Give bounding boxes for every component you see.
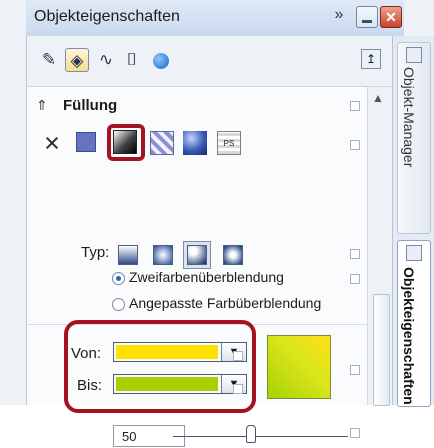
type-label: Typ: (81, 244, 110, 261)
scroll-thumb[interactable] (373, 294, 390, 406)
no-fill-icon[interactable]: × (39, 130, 65, 157)
fountain-fill-highlight (107, 124, 145, 161)
text-frame-icon[interactable]: ⌷ (120, 48, 144, 72)
tab-label: Objekt-Manager (401, 67, 417, 168)
properties-toolbar: ✎ ◈ ∿ ⌷ ↥ (27, 36, 393, 87)
radial-type-button[interactable] (153, 245, 173, 265)
scroll-up-icon[interactable]: ▲ (372, 91, 384, 105)
checkbox[interactable] (350, 428, 360, 438)
collapse-docker-button[interactable]: » (328, 5, 350, 27)
two-color-radio[interactable] (112, 272, 125, 285)
midpoint-slider-thumb[interactable] (246, 425, 256, 443)
fill-icon[interactable]: ◈ (65, 48, 89, 72)
section-title: Füllung (63, 97, 118, 114)
docker-tabs: Objekt-Manager Objekteigenschaften (392, 36, 434, 407)
title-bar: Objekteigenschaften » ✕ (26, 0, 404, 37)
curve-icon[interactable]: ∿ (94, 48, 118, 72)
close-button[interactable]: ✕ (380, 6, 402, 28)
checkbox[interactable] (350, 274, 360, 284)
pin-button[interactable]: ↥ (361, 49, 381, 69)
collapse-chevron-icon[interactable]: ⇑ (36, 97, 48, 114)
properties-panel: ✎ ◈ ∿ ⌷ ↥ ⇑ Füllung × PS Typ: Zweifarben… (26, 36, 394, 447)
vertical-scrollbar[interactable]: ▲ (367, 87, 394, 406)
tab-objekteigenschaften[interactable]: Objekteigenschaften (397, 240, 431, 407)
checkbox[interactable] (350, 365, 360, 375)
minimize-button[interactable] (356, 6, 378, 28)
tab-label: Objekteigenschaften (401, 267, 417, 405)
conical-type-button[interactable] (187, 245, 207, 265)
checkbox[interactable] (350, 249, 360, 259)
object-properties-icon (406, 245, 422, 261)
pattern-fill-icon[interactable] (150, 131, 174, 155)
gradient-preview (267, 335, 331, 399)
custom-blend-radio[interactable] (112, 298, 125, 311)
app-window: Objekteigenschaften » ✕ ✎ ◈ ∿ ⌷ ↥ ⇑ Füll… (0, 0, 434, 447)
tab-objekt-manager[interactable]: Objekt-Manager (397, 42, 431, 234)
window-title: Objekteigenschaften (34, 8, 180, 25)
linear-type-button[interactable] (118, 245, 138, 265)
uniform-fill-icon[interactable] (76, 132, 96, 152)
pen-icon[interactable]: ✎ (37, 48, 61, 72)
color-fields-highlight (64, 320, 256, 413)
square-type-button[interactable] (223, 245, 243, 265)
midpoint-slider[interactable] (173, 436, 348, 437)
globe-icon[interactable] (153, 53, 169, 69)
postscript-fill-icon[interactable]: PS (217, 131, 241, 155)
texture-fill-icon[interactable] (183, 131, 207, 155)
checkbox[interactable] (350, 101, 360, 111)
checkbox[interactable] (350, 140, 360, 150)
custom-blend-label: Angepasste Farbüberblendung (129, 295, 322, 311)
two-color-label: Zweifarbenüberblendung (129, 269, 284, 285)
object-manager-icon (406, 47, 422, 63)
fill-section: ⇑ Füllung × PS Typ: Zweifarbenüberblendu… (27, 87, 367, 447)
